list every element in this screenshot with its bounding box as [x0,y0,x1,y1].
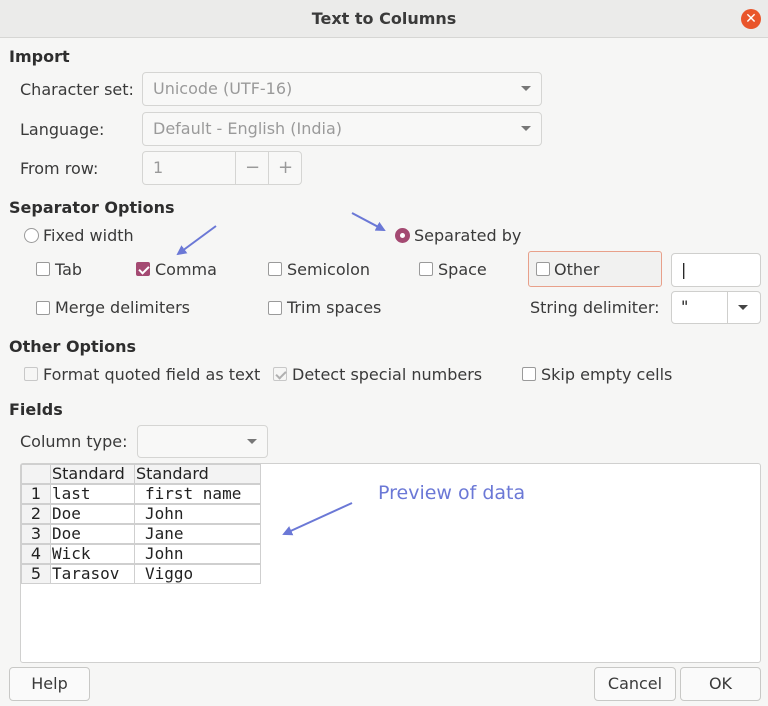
arrow-icon [176,225,217,256]
help-button[interactable]: Help [9,667,90,701]
ok-button[interactable]: OK [680,667,761,701]
annotation-arrows [176,212,386,536]
cancel-button[interactable]: Cancel [594,667,676,701]
arrow-icon [351,212,386,231]
arrow-icon [282,502,353,536]
